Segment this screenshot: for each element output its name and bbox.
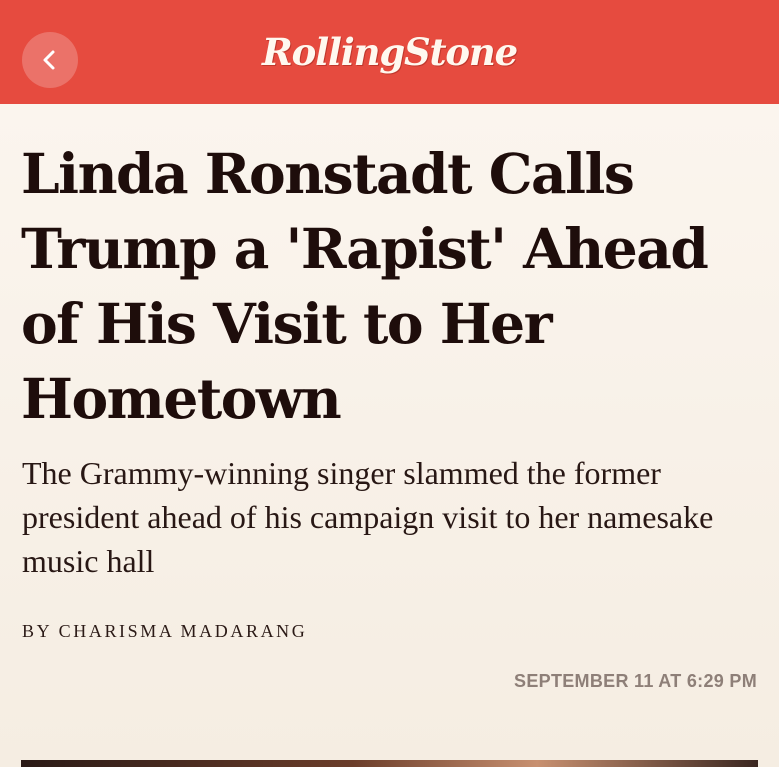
article-headline: Linda Ronstadt Calls Trump a 'Rapist' Ah… (21, 141, 709, 431)
rolling-stone-logo[interactable]: RollingStone (0, 30, 779, 74)
author-byline[interactable]: BY CHARISMA MADARANG (22, 621, 307, 642)
article-header: Linda Ronstadt Calls Trump a 'Rapist' Ah… (0, 104, 779, 767)
article-subheading: The Grammy-winning singer slammed the fo… (22, 455, 714, 579)
publish-timestamp: SEPTEMBER 11 AT 6:29 PM (514, 671, 757, 691)
top-navigation-bar: RollingStone (0, 0, 779, 104)
article-hero-image (21, 760, 758, 767)
